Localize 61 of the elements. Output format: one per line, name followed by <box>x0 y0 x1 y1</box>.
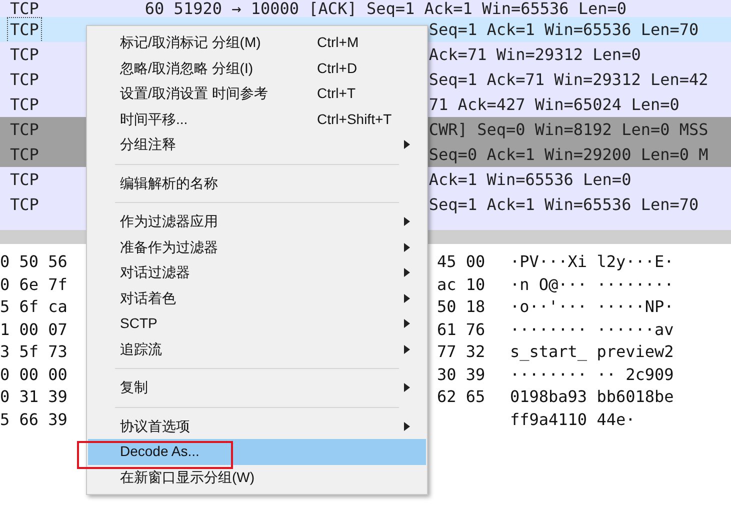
hex-bytes: 50 18 <box>437 296 486 318</box>
info-cell-text: 71 Ack=427 Win=65024 Len=0 <box>428 94 680 116</box>
ascii-text: ·o··'··· ·····NP· <box>510 296 674 318</box>
menu-label: 对话过滤器 <box>120 263 191 282</box>
menu-label: 准备作为过滤器 <box>120 238 219 257</box>
hex-bytes: 0 00 00 <box>0 364 68 386</box>
info-cell-text: Ack=1 Win=65536 Len=0 <box>428 168 632 190</box>
menu-label: 标记/取消标记 分组(M) <box>120 33 262 52</box>
ascii-text: 0198ba93 bb6018be <box>510 386 674 408</box>
hex-bytes: 5 66 39 <box>0 408 68 430</box>
hex-bytes: 45 00 <box>437 251 486 273</box>
menu-label: 对话着色 <box>120 288 177 308</box>
protocol-cell: TCP <box>8 18 41 42</box>
menu-label: Decode As... <box>120 442 200 462</box>
hex-bytes: 1 00 07 <box>0 318 68 340</box>
info-cell-text: CWR] Seq=0 Win=8192 Len=0 MSS <box>428 118 708 140</box>
ascii-text: ·PV···Xi l2y···E· <box>510 251 674 273</box>
menu-label: SCTP <box>120 314 158 334</box>
info-cell-text: Seq=0 Ack=1 Win=29200 Len=0 M <box>428 144 708 166</box>
protocol-cell-text: TCP <box>9 168 40 190</box>
hex-bytes: 3 5f 73 <box>0 341 68 363</box>
hex-bytes: 5 6f ca <box>0 296 68 318</box>
protocol-cell-text: TCP <box>9 118 40 140</box>
menu-label: 忽略/取消忽略 分组(I) <box>120 58 254 78</box>
protocol-cell-text: TCP <box>9 144 40 166</box>
shortcut-text: Ctrl+T <box>317 84 356 104</box>
ascii-text: ········ ······av <box>510 318 674 340</box>
hex-bytes: 0 31 39 <box>0 386 68 408</box>
ascii-text: ········ ·· 2c909 <box>510 364 674 386</box>
hex-bytes: 0 50 56 <box>0 251 68 273</box>
hex-bytes: 62 65 <box>437 386 486 408</box>
ascii-text: ·n O@··· ········ <box>510 274 674 296</box>
hex-bytes: 77 32 <box>437 341 486 363</box>
info-cell-text: Seq=1 Ack=71 Win=29312 Len=42 <box>428 68 708 90</box>
protocol-cell-text: TCP <box>9 44 40 66</box>
shortcut-text: Ctrl+M <box>317 33 359 52</box>
protocol-cell-text: TCP <box>9 94 40 116</box>
menu-label: 追踪流 <box>120 340 163 359</box>
menu-label: 编辑解析的名称 <box>120 174 219 193</box>
protocol-cell-text: TCP <box>9 194 40 216</box>
menu-label: 作为过滤器应用 <box>120 212 219 232</box>
menu-label: 设置/取消设置 时间参考 <box>120 84 269 104</box>
info-cell: 60 51920 → 10000 [ACK] Seq=1 Ack=1 Win=65536 Len=0 <box>144 0 627 17</box>
menu-label: 协议首选项 <box>120 416 191 436</box>
protocol-cell-text: TCP <box>9 0 40 17</box>
info-cell-text: Ack=71 Win=29312 Len=0 <box>428 44 641 66</box>
menu-label: 复制 <box>120 378 149 398</box>
protocol-cell-text: TCP <box>9 68 40 90</box>
info-cell-text: Seq=1 Ack=1 Win=65536 Len=70 <box>428 194 699 216</box>
shortcut-text: Ctrl+D <box>317 58 358 78</box>
shortcut-text: Ctrl+Shift+T <box>317 110 392 129</box>
menu-label: 分组注释 <box>120 135 177 154</box>
info-cell-text: Seq=1 Ack=1 Win=65536 Len=70 <box>428 18 699 40</box>
menu-label: 在新窗口显示分组(W) <box>120 468 256 487</box>
menu-label: 时间平移... <box>120 110 189 129</box>
hex-bytes: 61 76 <box>437 318 486 340</box>
hex-bytes: 30 39 <box>437 364 486 386</box>
hex-bytes: ac 10 <box>437 274 486 296</box>
hex-bytes: 0 6e 7f <box>0 274 68 296</box>
ascii-text: ff9a4110 44e· <box>510 408 636 430</box>
ascii-text: s_start_ preview2 <box>510 341 674 363</box>
